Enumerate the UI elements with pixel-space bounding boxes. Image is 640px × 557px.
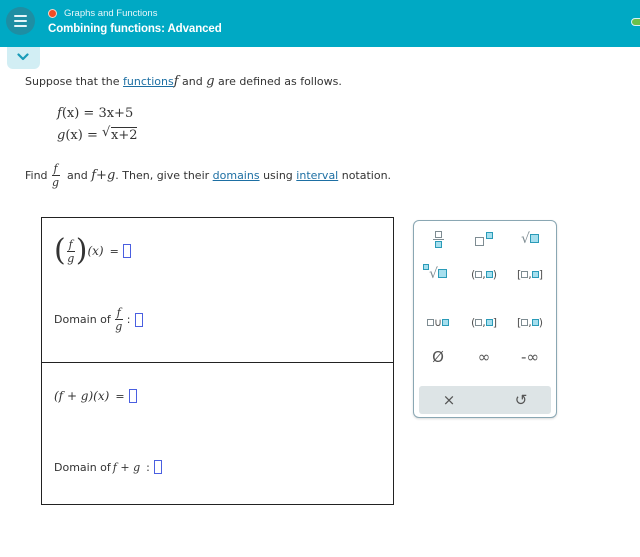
f-over-g-fraction: fg: [51, 162, 60, 189]
clear-button[interactable]: ×: [429, 387, 469, 413]
collapse-button[interactable]: [7, 47, 40, 69]
g-symbol: g: [206, 74, 215, 89]
fraction-key[interactable]: [418, 226, 458, 252]
right-open-interval-key[interactable]: [,): [510, 309, 550, 335]
x-arg: (x): [87, 244, 104, 258]
intro-end-text: are defined as follows.: [214, 75, 342, 88]
and-text: and: [63, 169, 92, 182]
subject-text: Graphs and Functions: [64, 8, 158, 19]
functions-link[interactable]: functions: [123, 75, 174, 88]
find-instruction: Find fg and f+g. Then, give their domain…: [25, 163, 391, 188]
num: f: [68, 237, 73, 251]
quotient-answer-panel: ( fg ) (x) = Domain of fg :: [41, 217, 394, 363]
frac-num: f: [53, 162, 58, 175]
then-text: . Then, give their: [115, 169, 213, 182]
f-plus-g: f+g: [91, 168, 116, 183]
interval-link[interactable]: interval: [296, 169, 338, 182]
domain-label: Domain of: [54, 460, 111, 474]
nth-root-key[interactable]: √: [418, 261, 458, 287]
left-open-interval-icon: (,]: [470, 315, 498, 329]
empty-set-icon: Ø: [432, 348, 444, 366]
and-text: and: [178, 75, 207, 88]
sqrt-key[interactable]: √: [510, 226, 550, 252]
open-interval-icon: (,): [470, 267, 498, 281]
superscript-icon: [475, 232, 493, 246]
chevron-down-icon: [17, 53, 29, 61]
topic-title: Combining functions: Advanced: [48, 23, 222, 35]
undo-button[interactable]: ↺: [501, 387, 541, 413]
undo-icon: ↺: [514, 391, 528, 409]
colon: :: [126, 313, 131, 326]
exponent-key[interactable]: [464, 226, 504, 252]
domain-label: Domain of: [54, 313, 111, 326]
square-root-icon: √: [521, 231, 539, 247]
sum-expression-row: (f + g)(x) =: [54, 389, 137, 403]
quotient-input[interactable]: [122, 244, 131, 258]
sum-domain-input[interactable]: [153, 460, 162, 474]
sum-domain-row: Domain of f + g :: [54, 460, 162, 474]
intro-text: Suppose that the: [25, 75, 124, 88]
hamburger-menu-icon[interactable]: [6, 7, 35, 35]
num: f: [116, 306, 121, 319]
nth-root-icon: √: [423, 264, 447, 282]
top-bar: Graphs and Functions Combining functions…: [0, 0, 640, 47]
f-over-g: fg: [66, 237, 75, 265]
sum-input[interactable]: [128, 389, 137, 403]
g-eq: =: [82, 128, 102, 143]
sum-answer-panel: (f + g)(x) = Domain of f + g :: [41, 362, 394, 505]
neg-infinity-key[interactable]: -∞: [510, 344, 550, 370]
radicand: x+2: [110, 127, 138, 143]
quotient-domain-row: Domain of fg :: [54, 307, 143, 332]
empty-set-key[interactable]: Ø: [418, 344, 458, 370]
f-definition: f(x) = 3x+5: [57, 106, 133, 121]
sum-expr: f + g: [112, 460, 141, 474]
fraction-icon: [432, 230, 444, 248]
progress-indicator: [631, 18, 640, 26]
quotient-domain-input[interactable]: [134, 312, 143, 327]
closed-interval-key[interactable]: [,]: [510, 261, 550, 287]
keypad-actions: × ↺: [419, 386, 551, 414]
right-open-interval-icon: [,): [516, 315, 544, 329]
infinity-icon: ∞: [477, 348, 491, 366]
den: g: [67, 251, 75, 265]
quotient-expression-row: ( fg ) (x) =: [54, 236, 131, 266]
f-arg: (x): [61, 106, 80, 121]
problem-intro: Suppose that the functionsf and g are de…: [25, 74, 342, 89]
equals-sign: =: [109, 244, 119, 258]
f-over-g: fg: [114, 306, 123, 333]
g-arg: (x): [65, 128, 83, 143]
infinity-key[interactable]: ∞: [464, 344, 504, 370]
right-paren: ): [75, 233, 88, 268]
union-icon: ∪: [426, 316, 450, 329]
frac-den: g: [52, 176, 60, 189]
subject-label: Graphs and Functions: [48, 8, 157, 19]
colon: :: [146, 460, 150, 474]
union-key[interactable]: ∪: [418, 309, 458, 335]
status-dot-icon: [48, 9, 57, 18]
den: g: [115, 320, 123, 333]
math-keypad: √ √ (,) [,] ∪ (,] [,) Ø ∞ -∞ × ↺: [413, 220, 557, 418]
equals-sign: =: [115, 389, 125, 403]
close-icon: ×: [442, 391, 456, 409]
notation-text: notation.: [338, 169, 392, 182]
find-text: Find: [25, 169, 48, 182]
neg-infinity-icon: -∞: [521, 348, 539, 366]
domains-link[interactable]: domains: [213, 169, 260, 182]
closed-interval-icon: [,]: [516, 267, 544, 281]
sqrt-expression: √ x+2: [101, 125, 138, 143]
open-interval-key[interactable]: (,): [464, 261, 504, 287]
sum-expr: (f + g)(x): [54, 389, 110, 403]
left-paren: (: [54, 233, 66, 268]
using-text: using: [259, 169, 297, 182]
g-definition: g(x) = √ x+2: [57, 125, 138, 143]
f-rhs: = 3x+5: [79, 106, 134, 121]
left-open-interval-key[interactable]: (,]: [464, 309, 504, 335]
